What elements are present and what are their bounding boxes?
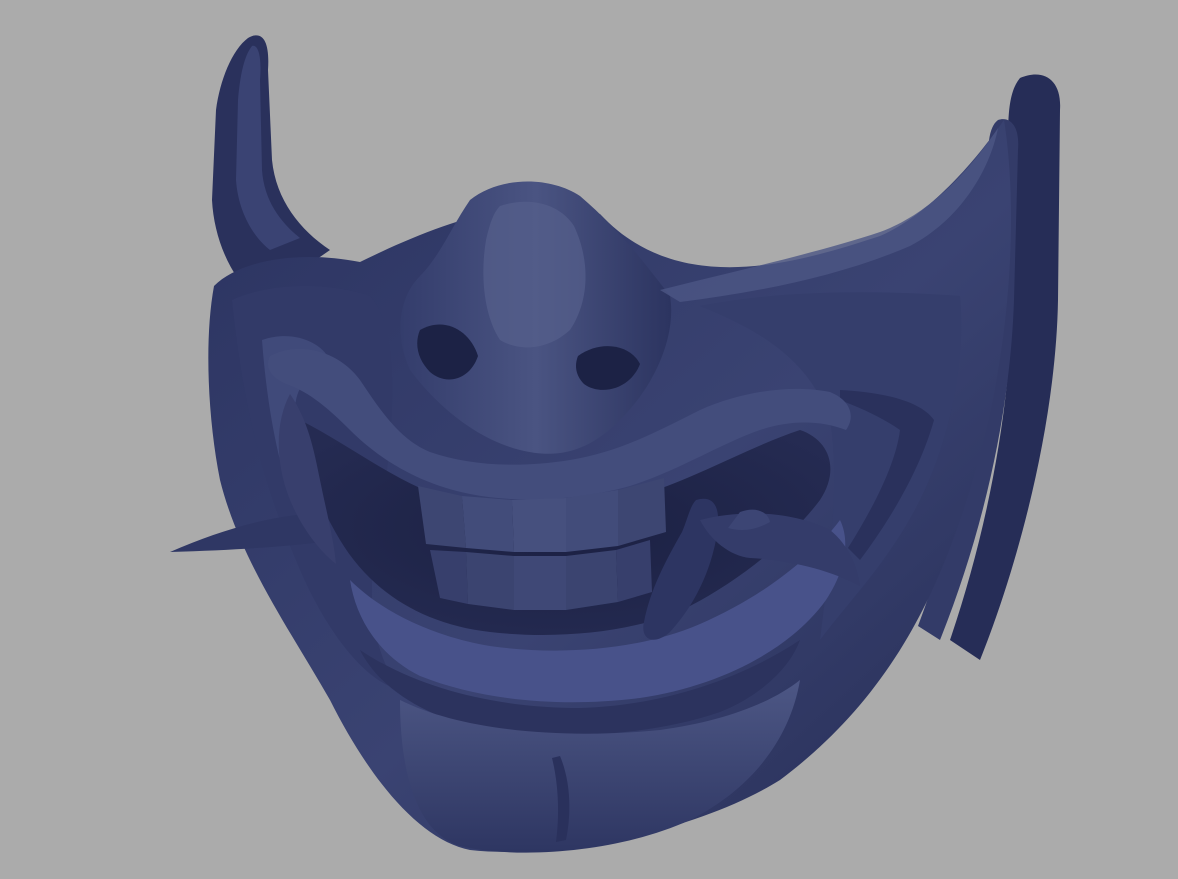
tooth xyxy=(512,498,566,552)
mask-render xyxy=(0,0,1178,879)
render-viewport xyxy=(0,0,1178,879)
tooth xyxy=(514,556,566,610)
tooth xyxy=(616,540,652,602)
tooth xyxy=(462,496,514,552)
tooth xyxy=(566,490,618,552)
tooth xyxy=(466,552,514,610)
nose-tip-highlight xyxy=(483,201,586,348)
tooth xyxy=(566,550,618,610)
